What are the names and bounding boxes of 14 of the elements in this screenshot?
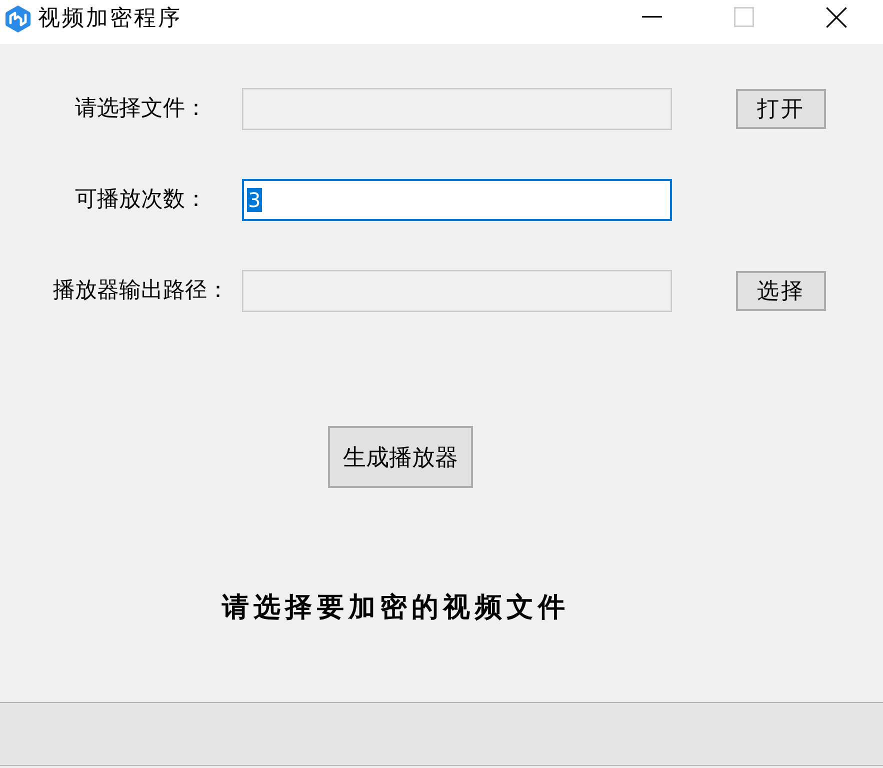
hexagon-logo-icon <box>4 4 32 34</box>
field-label: 可播放次数： <box>75 186 207 214</box>
generate-button[interactable]: 生成播放器 <box>328 426 473 488</box>
input-field[interactable]: 3 <box>242 179 672 221</box>
close-icon[interactable] <box>826 6 846 28</box>
browse-button[interactable]: 选择 <box>736 271 826 311</box>
field-label: 播放器输出路径： <box>53 277 229 305</box>
minimize-icon[interactable] <box>642 16 662 18</box>
open-button[interactable]: 打开 <box>736 89 826 129</box>
status-message: 请选择要加密的视频文件 <box>222 591 570 625</box>
field-label: 请选择文件： <box>75 95 207 123</box>
window-title: 视频加密程序 <box>38 5 182 33</box>
input-field[interactable] <box>242 88 672 130</box>
input-field[interactable] <box>242 270 672 312</box>
